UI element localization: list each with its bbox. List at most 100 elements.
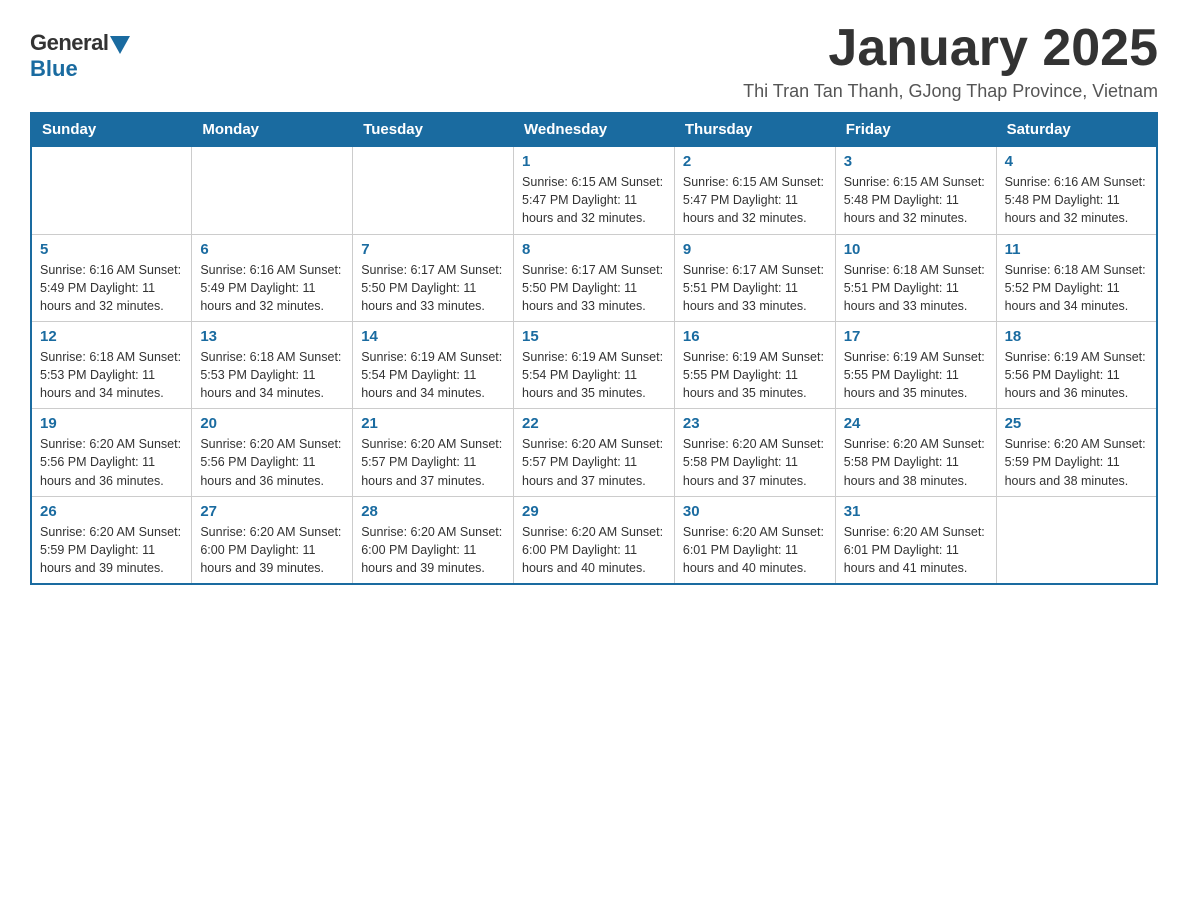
calendar-cell xyxy=(31,147,192,234)
day-info: Sunrise: 6:19 AM Sunset: 5:55 PM Dayligh… xyxy=(683,348,827,402)
day-info: Sunrise: 6:18 AM Sunset: 5:53 PM Dayligh… xyxy=(40,348,183,402)
day-info: Sunrise: 6:20 AM Sunset: 6:01 PM Dayligh… xyxy=(844,523,988,577)
day-info: Sunrise: 6:17 AM Sunset: 5:51 PM Dayligh… xyxy=(683,261,827,315)
day-info: Sunrise: 6:20 AM Sunset: 5:58 PM Dayligh… xyxy=(844,435,988,489)
day-info: Sunrise: 6:19 AM Sunset: 5:55 PM Dayligh… xyxy=(844,348,988,402)
day-info: Sunrise: 6:19 AM Sunset: 5:54 PM Dayligh… xyxy=(361,348,505,402)
calendar-cell: 21 Sunrise: 6:20 AM Sunset: 5:57 PM Dayli… xyxy=(353,409,514,496)
calendar-week-row: 5Sunrise: 6:16 AM Sunset: 5:49 PM Daylig… xyxy=(31,234,1157,321)
calendar-cell xyxy=(192,147,353,234)
calendar-cell: 17 Sunrise: 6:19 AM Sunset: 5:55 PM Dayli… xyxy=(835,321,996,408)
calendar-cell: 10 Sunrise: 6:18 AM Sunset: 5:51 PM Dayli… xyxy=(835,234,996,321)
day-info: Sunrise: 6:15 AM Sunset: 5:48 PM Dayligh… xyxy=(844,173,988,227)
day-number: 29 xyxy=(522,503,666,520)
calendar-cell: 19Sunrise: 6:20 AM Sunset: 5:56 PM Dayli… xyxy=(31,409,192,496)
day-number: 7 xyxy=(361,241,505,258)
day-number: 27 xyxy=(200,503,344,520)
logo-general-text: General xyxy=(30,30,108,56)
day-number: 28 xyxy=(361,503,505,520)
day-info: Sunrise: 6:18 AM Sunset: 5:51 PM Dayligh… xyxy=(844,261,988,315)
calendar-header-monday: Monday xyxy=(192,113,353,147)
calendar-cell: 18 Sunrise: 6:19 AM Sunset: 5:56 PM Dayli… xyxy=(996,321,1157,408)
day-number: 2 xyxy=(683,153,827,170)
day-number: 30 xyxy=(683,503,827,520)
day-number: 25 xyxy=(1005,415,1148,432)
day-info: Sunrise: 6:20 AM Sunset: 5:57 PM Dayligh… xyxy=(361,435,505,489)
day-number: 31 xyxy=(844,503,988,520)
calendar-cell: 3 Sunrise: 6:15 AM Sunset: 5:48 PM Daylig… xyxy=(835,147,996,234)
day-info: Sunrise: 6:20 AM Sunset: 5:59 PM Dayligh… xyxy=(1005,435,1148,489)
day-number: 17 xyxy=(844,328,988,345)
day-info: Sunrise: 6:20 AM Sunset: 6:00 PM Dayligh… xyxy=(200,523,344,577)
calendar-cell: 22Sunrise: 6:20 AM Sunset: 5:57 PM Dayli… xyxy=(514,409,675,496)
calendar-cell xyxy=(353,147,514,234)
calendar-cell: 6 Sunrise: 6:16 AM Sunset: 5:49 PM Daylig… xyxy=(192,234,353,321)
day-info: Sunrise: 6:20 AM Sunset: 5:59 PM Dayligh… xyxy=(40,523,183,577)
day-number: 12 xyxy=(40,328,183,345)
day-number: 10 xyxy=(844,241,988,258)
calendar-cell: 8Sunrise: 6:17 AM Sunset: 5:50 PM Daylig… xyxy=(514,234,675,321)
day-info: Sunrise: 6:20 AM Sunset: 6:00 PM Dayligh… xyxy=(361,523,505,577)
calendar-header-wednesday: Wednesday xyxy=(514,113,675,147)
title-section: January 2025 Thi Tran Tan Thanh, GJong T… xyxy=(743,20,1158,102)
subtitle: Thi Tran Tan Thanh, GJong Thap Province,… xyxy=(743,81,1158,102)
logo-blue-text: Blue xyxy=(30,56,78,82)
calendar-cell: 20Sunrise: 6:20 AM Sunset: 5:56 PM Dayli… xyxy=(192,409,353,496)
day-number: 14 xyxy=(361,328,505,345)
day-info: Sunrise: 6:20 AM Sunset: 5:58 PM Dayligh… xyxy=(683,435,827,489)
day-info: Sunrise: 6:19 AM Sunset: 5:54 PM Dayligh… xyxy=(522,348,666,402)
main-title: January 2025 xyxy=(743,20,1158,77)
calendar-week-row: 12 Sunrise: 6:18 AM Sunset: 5:53 PM Dayli… xyxy=(31,321,1157,408)
day-number: 23 xyxy=(683,415,827,432)
calendar-cell: 14 Sunrise: 6:19 AM Sunset: 5:54 PM Dayli… xyxy=(353,321,514,408)
day-info: Sunrise: 6:16 AM Sunset: 5:49 PM Dayligh… xyxy=(200,261,344,315)
day-number: 4 xyxy=(1005,153,1148,170)
calendar-week-row: 19Sunrise: 6:20 AM Sunset: 5:56 PM Dayli… xyxy=(31,409,1157,496)
day-info: Sunrise: 6:20 AM Sunset: 6:01 PM Dayligh… xyxy=(683,523,827,577)
calendar-cell: 26Sunrise: 6:20 AM Sunset: 5:59 PM Dayli… xyxy=(31,496,192,584)
calendar-cell: 9 Sunrise: 6:17 AM Sunset: 5:51 PM Daylig… xyxy=(674,234,835,321)
day-info: Sunrise: 6:20 AM Sunset: 6:00 PM Dayligh… xyxy=(522,523,666,577)
day-info: Sunrise: 6:15 AM Sunset: 5:47 PM Dayligh… xyxy=(522,173,666,227)
calendar-header-sunday: Sunday xyxy=(31,113,192,147)
calendar-header-friday: Friday xyxy=(835,113,996,147)
day-info: Sunrise: 6:18 AM Sunset: 5:52 PM Dayligh… xyxy=(1005,261,1148,315)
logo-triangle-icon xyxy=(110,36,130,54)
calendar-week-row: 1 Sunrise: 6:15 AM Sunset: 5:47 PM Daylig… xyxy=(31,147,1157,234)
day-number: 18 xyxy=(1005,328,1148,345)
day-info: Sunrise: 6:16 AM Sunset: 5:48 PM Dayligh… xyxy=(1005,173,1148,227)
calendar-cell: 11 Sunrise: 6:18 AM Sunset: 5:52 PM Dayli… xyxy=(996,234,1157,321)
calendar-cell: 5Sunrise: 6:16 AM Sunset: 5:49 PM Daylig… xyxy=(31,234,192,321)
day-info: Sunrise: 6:19 AM Sunset: 5:56 PM Dayligh… xyxy=(1005,348,1148,402)
day-info: Sunrise: 6:20 AM Sunset: 5:56 PM Dayligh… xyxy=(40,435,183,489)
calendar-header-saturday: Saturday xyxy=(996,113,1157,147)
calendar-cell: 12 Sunrise: 6:18 AM Sunset: 5:53 PM Dayli… xyxy=(31,321,192,408)
day-number: 9 xyxy=(683,241,827,258)
calendar-cell: 16 Sunrise: 6:19 AM Sunset: 5:55 PM Dayli… xyxy=(674,321,835,408)
calendar-cell: 30 Sunrise: 6:20 AM Sunset: 6:01 PM Dayli… xyxy=(674,496,835,584)
calendar-cell: 23 Sunrise: 6:20 AM Sunset: 5:58 PM Dayli… xyxy=(674,409,835,496)
calendar-table: SundayMondayTuesdayWednesdayThursdayFrid… xyxy=(30,112,1158,585)
day-info: Sunrise: 6:15 AM Sunset: 5:47 PM Dayligh… xyxy=(683,173,827,227)
day-number: 24 xyxy=(844,415,988,432)
day-number: 11 xyxy=(1005,241,1148,258)
day-number: 22 xyxy=(522,415,666,432)
day-number: 6 xyxy=(200,241,344,258)
day-number: 15 xyxy=(522,328,666,345)
calendar-week-row: 26Sunrise: 6:20 AM Sunset: 5:59 PM Dayli… xyxy=(31,496,1157,584)
calendar-cell: 13Sunrise: 6:18 AM Sunset: 5:53 PM Dayli… xyxy=(192,321,353,408)
calendar-cell: 24 Sunrise: 6:20 AM Sunset: 5:58 PM Dayli… xyxy=(835,409,996,496)
calendar-header-row: SundayMondayTuesdayWednesdayThursdayFrid… xyxy=(31,113,1157,147)
day-number: 3 xyxy=(844,153,988,170)
day-number: 20 xyxy=(200,415,344,432)
day-number: 21 xyxy=(361,415,505,432)
day-number: 16 xyxy=(683,328,827,345)
day-info: Sunrise: 6:18 AM Sunset: 5:53 PM Dayligh… xyxy=(200,348,344,402)
day-number: 1 xyxy=(522,153,666,170)
calendar-header-thursday: Thursday xyxy=(674,113,835,147)
day-info: Sunrise: 6:17 AM Sunset: 5:50 PM Dayligh… xyxy=(361,261,505,315)
calendar-cell: 4 Sunrise: 6:16 AM Sunset: 5:48 PM Daylig… xyxy=(996,147,1157,234)
calendar-cell: 15 Sunrise: 6:19 AM Sunset: 5:54 PM Dayli… xyxy=(514,321,675,408)
calendar-cell: 27 Sunrise: 6:20 AM Sunset: 6:00 PM Dayli… xyxy=(192,496,353,584)
calendar-cell xyxy=(996,496,1157,584)
